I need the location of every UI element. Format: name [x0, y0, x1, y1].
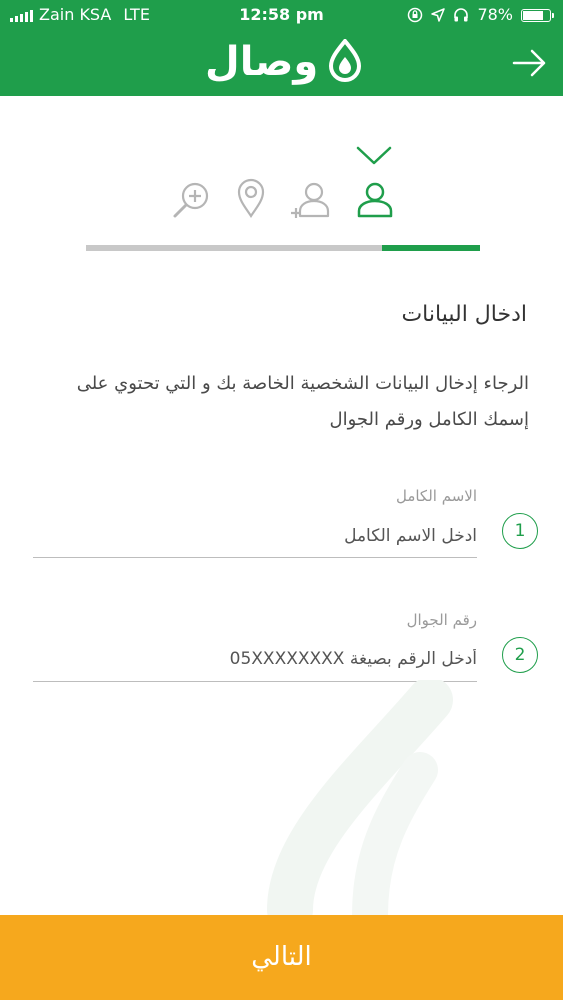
step-progress-fill	[381, 245, 480, 251]
add-user-icon[interactable]	[290, 178, 332, 220]
step-progress-bar	[86, 245, 480, 251]
field-number-badge: 2	[502, 637, 538, 673]
full-name-field: الاسم الكامل	[33, 485, 477, 560]
chevron-down-icon	[356, 146, 392, 165]
location-arrow-icon	[431, 8, 446, 22]
full-name-input[interactable]	[33, 523, 477, 549]
location-pin-icon[interactable]	[236, 178, 266, 218]
arrow-right-icon[interactable]	[512, 48, 548, 78]
status-bar-right: 78%	[407, 0, 554, 30]
page-description: الرجاء إدخال البيانات الشخصية الخاصة بك …	[76, 373, 529, 430]
drop-pin-logo-icon	[329, 39, 362, 82]
battery-icon	[521, 8, 554, 22]
user-icon[interactable]	[355, 178, 395, 218]
full-name-underline	[33, 557, 477, 558]
search-plus-icon[interactable]	[172, 180, 212, 220]
rotation-lock-icon	[408, 7, 423, 23]
app-header: Zain KSA LTE 12:58 pm 78% وصال	[0, 0, 563, 96]
mobile-number-field: رقم الجوال	[33, 609, 477, 684]
app-logo: وصال	[205, 36, 362, 88]
app-name: وصال	[205, 39, 319, 85]
next-button[interactable]: التالي	[0, 915, 563, 1000]
page-title: ادخال البيانات	[401, 302, 527, 327]
headphones-icon	[454, 8, 469, 22]
battery-percentage: 78%	[477, 5, 513, 24]
mobile-number-label: رقم الجوال	[406, 611, 477, 629]
status-bar: Zain KSA LTE 12:58 pm 78%	[0, 0, 563, 30]
drop-watermark-icon	[267, 680, 453, 915]
full-name-label: الاسم الكامل	[395, 487, 477, 505]
field-number-badge: 1	[502, 513, 538, 549]
mobile-number-input[interactable]	[33, 646, 477, 672]
